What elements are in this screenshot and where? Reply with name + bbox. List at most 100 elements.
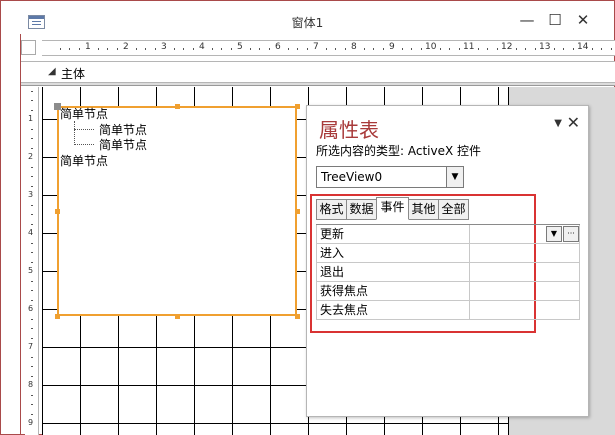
ruler-tick — [221, 48, 222, 50]
move-handle[interactable] — [54, 103, 61, 110]
property-value-field[interactable] — [470, 263, 580, 282]
chevron-down-icon[interactable]: ▼ — [546, 226, 562, 242]
ruler-number: 7 — [313, 42, 319, 52]
property-value-field[interactable] — [470, 301, 580, 320]
tree-node[interactable]: 简单节点 — [99, 138, 147, 152]
ruler-tick — [192, 48, 194, 50]
ruler-tick — [97, 48, 99, 50]
ruler-tick — [31, 375, 33, 377]
property-row-enter[interactable]: 进入 — [316, 244, 580, 263]
section-arrow-icon: ◢ — [48, 66, 56, 77]
ruler-number: 5 — [28, 266, 34, 275]
property-sheet-title: 属性表 — [319, 118, 379, 142]
horizontal-ruler[interactable]: 1 2 3 4 5 6 7 8 9 10 11 12 13 14 — [42, 40, 615, 56]
tab-data[interactable]: 数据 — [346, 199, 377, 220]
ruler-tick — [183, 48, 184, 50]
ruler-tick — [31, 147, 33, 149]
tab-format[interactable]: 格式 — [316, 199, 347, 220]
treeview-control[interactable]: 简单节点 简单节点 简单节点 简单节点 — [57, 106, 297, 316]
minimize-button[interactable]: — — [514, 9, 540, 31]
form-design-window: 窗体1 — ☐ ✕ 1 2 3 4 5 6 7 8 9 10 11 12 13 14 ◢ 主体 12345… — [0, 0, 615, 435]
tree-node[interactable]: 简单节点 — [60, 107, 108, 121]
ruler-tick — [382, 48, 384, 50]
tab-all[interactable]: 全部 — [438, 199, 469, 220]
property-row-after-update[interactable]: 更新 ▼ ··· — [316, 225, 580, 244]
resize-handle[interactable] — [175, 314, 180, 319]
resize-handle[interactable] — [295, 104, 300, 109]
tree-node[interactable]: 简单节点 — [60, 154, 108, 168]
ruler-number: 10 — [425, 42, 437, 52]
ruler-tick — [31, 318, 33, 320]
ruler-tick — [496, 48, 498, 50]
ruler-number: 7 — [28, 342, 34, 351]
ruler-tick — [344, 48, 346, 50]
object-selector-combo[interactable]: TreeView0 ▼ — [316, 166, 464, 188]
tree-connector — [74, 144, 94, 145]
ruler-tick — [439, 48, 441, 50]
ruler-number: 8 — [351, 42, 357, 52]
ruler-tick — [373, 48, 374, 50]
ruler-tick — [411, 48, 412, 50]
property-label: 退出 — [316, 263, 470, 282]
tree-node[interactable]: 简单节点 — [99, 123, 147, 137]
ruler-tick — [31, 185, 33, 187]
ruler-tick — [306, 48, 308, 50]
ruler-number: 4 — [199, 42, 205, 52]
selection-type-label: 所选内容的类型: ActiveX 控件 — [316, 144, 482, 158]
ruler-tick — [477, 48, 479, 50]
resize-handle[interactable] — [55, 314, 60, 319]
property-value-field[interactable] — [470, 244, 580, 263]
tree-connector — [74, 129, 94, 130]
property-row-lost-focus[interactable]: 失去焦点 — [316, 301, 580, 320]
ruler-tick — [31, 252, 33, 253]
ruler-tick — [31, 138, 33, 139]
property-sheet-close-button[interactable]: ✕ — [567, 113, 580, 132]
ruler-tick — [525, 48, 526, 50]
ruler-tick — [69, 48, 70, 50]
resize-handle[interactable] — [295, 209, 300, 214]
ruler-tick — [534, 48, 536, 50]
ruler-number: 9 — [28, 418, 34, 427]
ruler-tick — [31, 109, 33, 111]
resize-handle[interactable] — [55, 209, 60, 214]
ruler-tick — [420, 48, 422, 50]
ruler-tick — [31, 413, 33, 415]
resize-handle[interactable] — [295, 314, 300, 319]
ruler-tick — [31, 356, 33, 358]
property-sheet: 属性表 ▼ ✕ 所选内容的类型: ActiveX 控件 TreeView0 ▼ … — [306, 105, 589, 417]
ruler-number: 2 — [123, 42, 129, 52]
ruler-tick — [31, 366, 33, 367]
ruler-tick — [59, 48, 61, 50]
tab-other[interactable]: 其他 — [408, 199, 439, 220]
detail-section-bar[interactable]: ◢ 主体 — [21, 61, 615, 83]
ruler-tick — [487, 48, 488, 50]
maximize-button[interactable]: ☐ — [542, 9, 568, 31]
ruler-tick — [401, 48, 403, 50]
tab-event[interactable]: 事件 — [376, 197, 409, 220]
builder-button[interactable]: ··· — [563, 226, 579, 242]
chevron-down-icon[interactable]: ▼ — [554, 118, 562, 129]
ruler-tick — [31, 328, 33, 329]
resize-handle[interactable] — [175, 104, 180, 109]
property-value-field[interactable] — [470, 282, 580, 301]
tree-connector — [74, 121, 75, 145]
ruler-tick — [591, 48, 593, 50]
ruler-tick — [31, 90, 33, 92]
ruler-tick — [31, 214, 33, 215]
ruler-tick — [610, 48, 612, 50]
close-button[interactable]: ✕ — [570, 9, 596, 31]
ruler-tick — [107, 48, 108, 50]
ruler-tick — [31, 404, 33, 405]
ruler-number: 1 — [85, 42, 91, 52]
ruler-number: 8 — [28, 380, 34, 389]
ruler-number: 6 — [275, 42, 281, 52]
property-row-got-focus[interactable]: 获得焦点 — [316, 282, 580, 301]
form-selector[interactable] — [21, 40, 36, 55]
property-row-exit[interactable]: 退出 — [316, 263, 580, 282]
ruler-tick — [515, 48, 517, 50]
chevron-down-icon[interactable]: ▼ — [446, 167, 463, 187]
ruler-number: 5 — [237, 42, 243, 52]
vertical-ruler[interactable]: 1 2 3 4 5 6 7 8 9 — [25, 87, 39, 435]
ruler-tick — [116, 48, 118, 50]
ruler-number: 1 — [28, 114, 34, 123]
